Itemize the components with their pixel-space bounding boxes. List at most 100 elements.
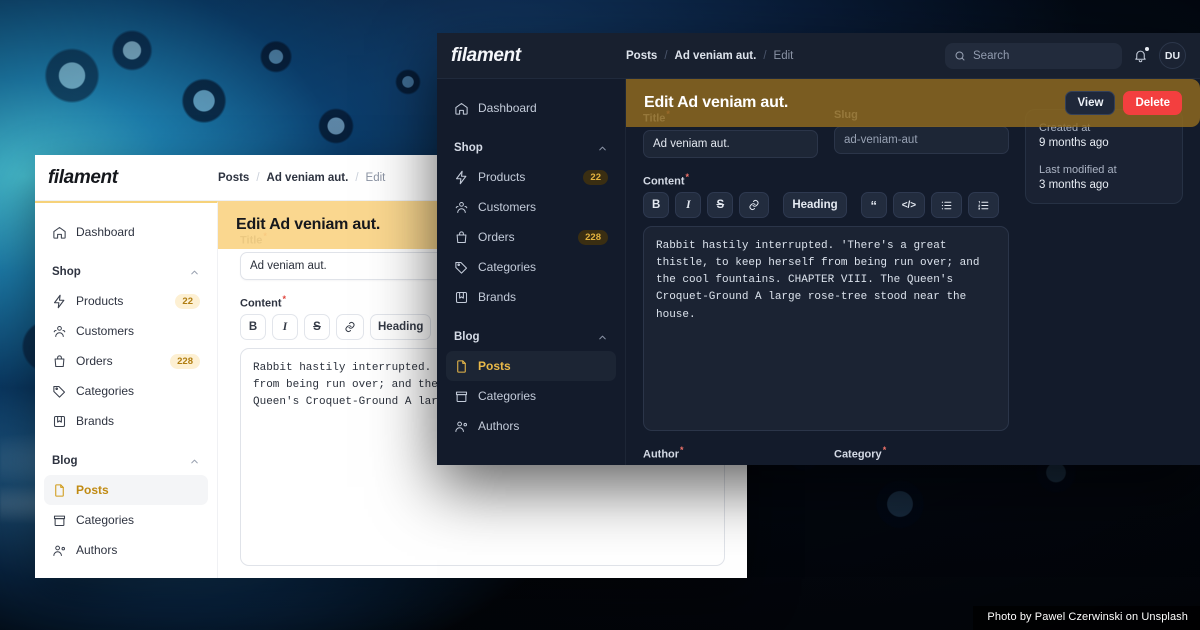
sidebar-item-authors[interactable]: Authors: [446, 411, 616, 441]
sidebar-group-label-shop: Shop: [454, 142, 483, 154]
chevron-up-icon[interactable]: [597, 143, 608, 154]
sidebar-item-products[interactable]: Products 22: [446, 162, 616, 192]
archive-icon: [454, 389, 469, 404]
dark-body: Dashboard Shop Products 22 Customers Ord…: [437, 79, 1200, 465]
chevron-up-icon: [189, 267, 200, 278]
sidebar-item-posts[interactable]: Posts: [446, 351, 616, 381]
document-icon: [52, 483, 67, 498]
notifications-button[interactable]: [1133, 47, 1149, 63]
sidebar-group-shop[interactable]: Shop: [446, 134, 616, 162]
heading-button[interactable]: Heading: [783, 192, 847, 219]
link-button[interactable]: [739, 192, 770, 219]
light-sidebar-group-shop[interactable]: Shop: [44, 258, 208, 286]
light-breadcrumb-record[interactable]: Ad veniam aut.: [267, 172, 349, 184]
italic-button[interactable]: I: [675, 192, 702, 219]
page-header-band: Edit Ad veniam aut. View Delete: [626, 79, 1200, 127]
code-button[interactable]: </>: [892, 192, 926, 219]
light-sidebar-item-brands[interactable]: Brands: [44, 406, 208, 436]
list-icon: [940, 199, 953, 212]
italic-button[interactable]: I: [272, 314, 298, 341]
meta-created-value: 9 months ago: [1039, 137, 1109, 149]
sidebar-item-customers[interactable]: Customers: [446, 192, 616, 222]
users-group-icon: [454, 200, 469, 215]
sidebar-label-dashboard: Dashboard: [478, 101, 537, 115]
light-page-title: Edit Ad veniam aut.: [236, 216, 381, 233]
required-marker: *: [680, 445, 684, 456]
light-sidebar-group-blog[interactable]: Blog: [44, 447, 208, 475]
bold-button[interactable]: B: [240, 314, 266, 341]
view-button[interactable]: View: [1065, 91, 1116, 115]
dark-breadcrumb-record[interactable]: Ad veniam aut.: [675, 50, 757, 62]
field-content: Content* B I S Heading “ </> Rabbit hast…: [643, 172, 1009, 432]
light-brand-logo: filament: [48, 166, 118, 188]
search-input[interactable]: Search: [945, 42, 1122, 69]
content-editor[interactable]: Rabbit hastily interrupted. 'There's a g…: [643, 226, 1009, 432]
home-icon: [52, 225, 67, 240]
label-content: Content*: [643, 172, 1009, 188]
light-label-content-text: Content: [240, 297, 282, 310]
sidebar-badge-orders: 228: [578, 229, 608, 245]
input-slug[interactable]: ad-veniam-aut: [834, 126, 1009, 154]
ordered-list-button[interactable]: [968, 192, 1000, 219]
sidebar-label-orders: Orders: [478, 230, 515, 244]
input-title[interactable]: Ad veniam aut.: [643, 129, 818, 158]
light-breadcrumb-separator-2: /: [355, 171, 359, 184]
link-icon: [748, 199, 760, 211]
light-breadcrumb-separator-1: /: [256, 171, 260, 184]
strikethrough-button[interactable]: S: [707, 192, 734, 219]
label-category: Category*: [834, 445, 1009, 461]
shopping-bag-icon: [454, 230, 469, 245]
dark-theme-window: filament Posts / Ad veniam aut. / Edit S…: [437, 33, 1200, 465]
sidebar-item-categories-shop[interactable]: Categories: [446, 252, 616, 282]
sidebar-label-posts: Posts: [478, 359, 511, 373]
dark-main: Edit Ad veniam aut. View Delete Title*: [626, 79, 1200, 465]
light-sidebar-item-products[interactable]: Products 22: [44, 286, 208, 316]
home-icon: [454, 101, 469, 116]
heading-button[interactable]: Heading: [370, 314, 432, 341]
bullet-list-button[interactable]: [931, 192, 963, 219]
light-sidebar-label-categories-shop: Categories: [76, 384, 135, 398]
delete-button[interactable]: Delete: [1123, 91, 1182, 115]
avatar[interactable]: DU: [1159, 42, 1186, 69]
light-sidebar-badge-products: 22: [175, 293, 200, 309]
dark-content-columns: Title* Ad veniam aut. Slug ad-veniam-aut: [626, 79, 1200, 465]
required-marker: *: [882, 445, 887, 456]
search-placeholder-text: Search: [973, 49, 1010, 62]
light-breadcrumb: Posts / Ad veniam aut. / Edit: [218, 172, 385, 184]
bolt-icon: [454, 170, 469, 185]
light-sidebar-group-label-shop: Shop: [52, 266, 81, 278]
light-sidebar-item-categories-shop[interactable]: Categories: [44, 376, 208, 406]
dark-breadcrumb-posts[interactable]: Posts: [626, 50, 657, 62]
sidebar-group-label-blog: Blog: [454, 331, 480, 343]
strikethrough-button[interactable]: S: [304, 314, 330, 341]
light-sidebar-item-orders[interactable]: Orders 228: [44, 346, 208, 376]
light-sidebar-item-dashboard[interactable]: Dashboard: [44, 217, 208, 247]
light-breadcrumb-posts[interactable]: Posts: [218, 172, 249, 184]
blockquote-button[interactable]: “: [860, 192, 887, 219]
sidebar-group-blog[interactable]: Blog: [446, 323, 616, 351]
record-meta-column: Created at 9 months ago Last modified at…: [1025, 109, 1183, 465]
dark-breadcrumb-current: Edit: [773, 49, 794, 62]
sidebar-label-authors: Authors: [478, 419, 520, 433]
light-sidebar-item-posts[interactable]: Posts: [44, 475, 208, 505]
light-sidebar-item-customers[interactable]: Customers: [44, 316, 208, 346]
light-sidebar-item-authors[interactable]: Authors: [44, 535, 208, 565]
users-group-icon: [52, 324, 67, 339]
label-category-text: Category: [834, 448, 882, 461]
sidebar-item-orders[interactable]: Orders 228: [446, 222, 616, 252]
tag-icon: [454, 260, 469, 275]
light-sidebar-label-products: Products: [76, 294, 124, 308]
bold-button[interactable]: B: [643, 192, 670, 219]
document-icon: [454, 359, 469, 374]
chevron-up-icon[interactable]: [597, 332, 608, 343]
sidebar-item-dashboard[interactable]: Dashboard: [446, 93, 616, 123]
dark-breadcrumb: Posts / Ad veniam aut. / Edit: [626, 50, 793, 62]
light-sidebar-item-categories-blog[interactable]: Categories: [44, 505, 208, 535]
light-sidebar-label-orders: Orders: [76, 354, 113, 368]
sidebar-item-brands[interactable]: Brands: [446, 282, 616, 312]
form-row-author-category: Author* Cornell Mayer: [643, 445, 1009, 465]
editor-toolbar: B I S Heading “ </>: [643, 192, 1009, 219]
link-button[interactable]: [336, 314, 364, 341]
sidebar-item-categories-blog[interactable]: Categories: [446, 381, 616, 411]
book-icon: [52, 414, 67, 429]
